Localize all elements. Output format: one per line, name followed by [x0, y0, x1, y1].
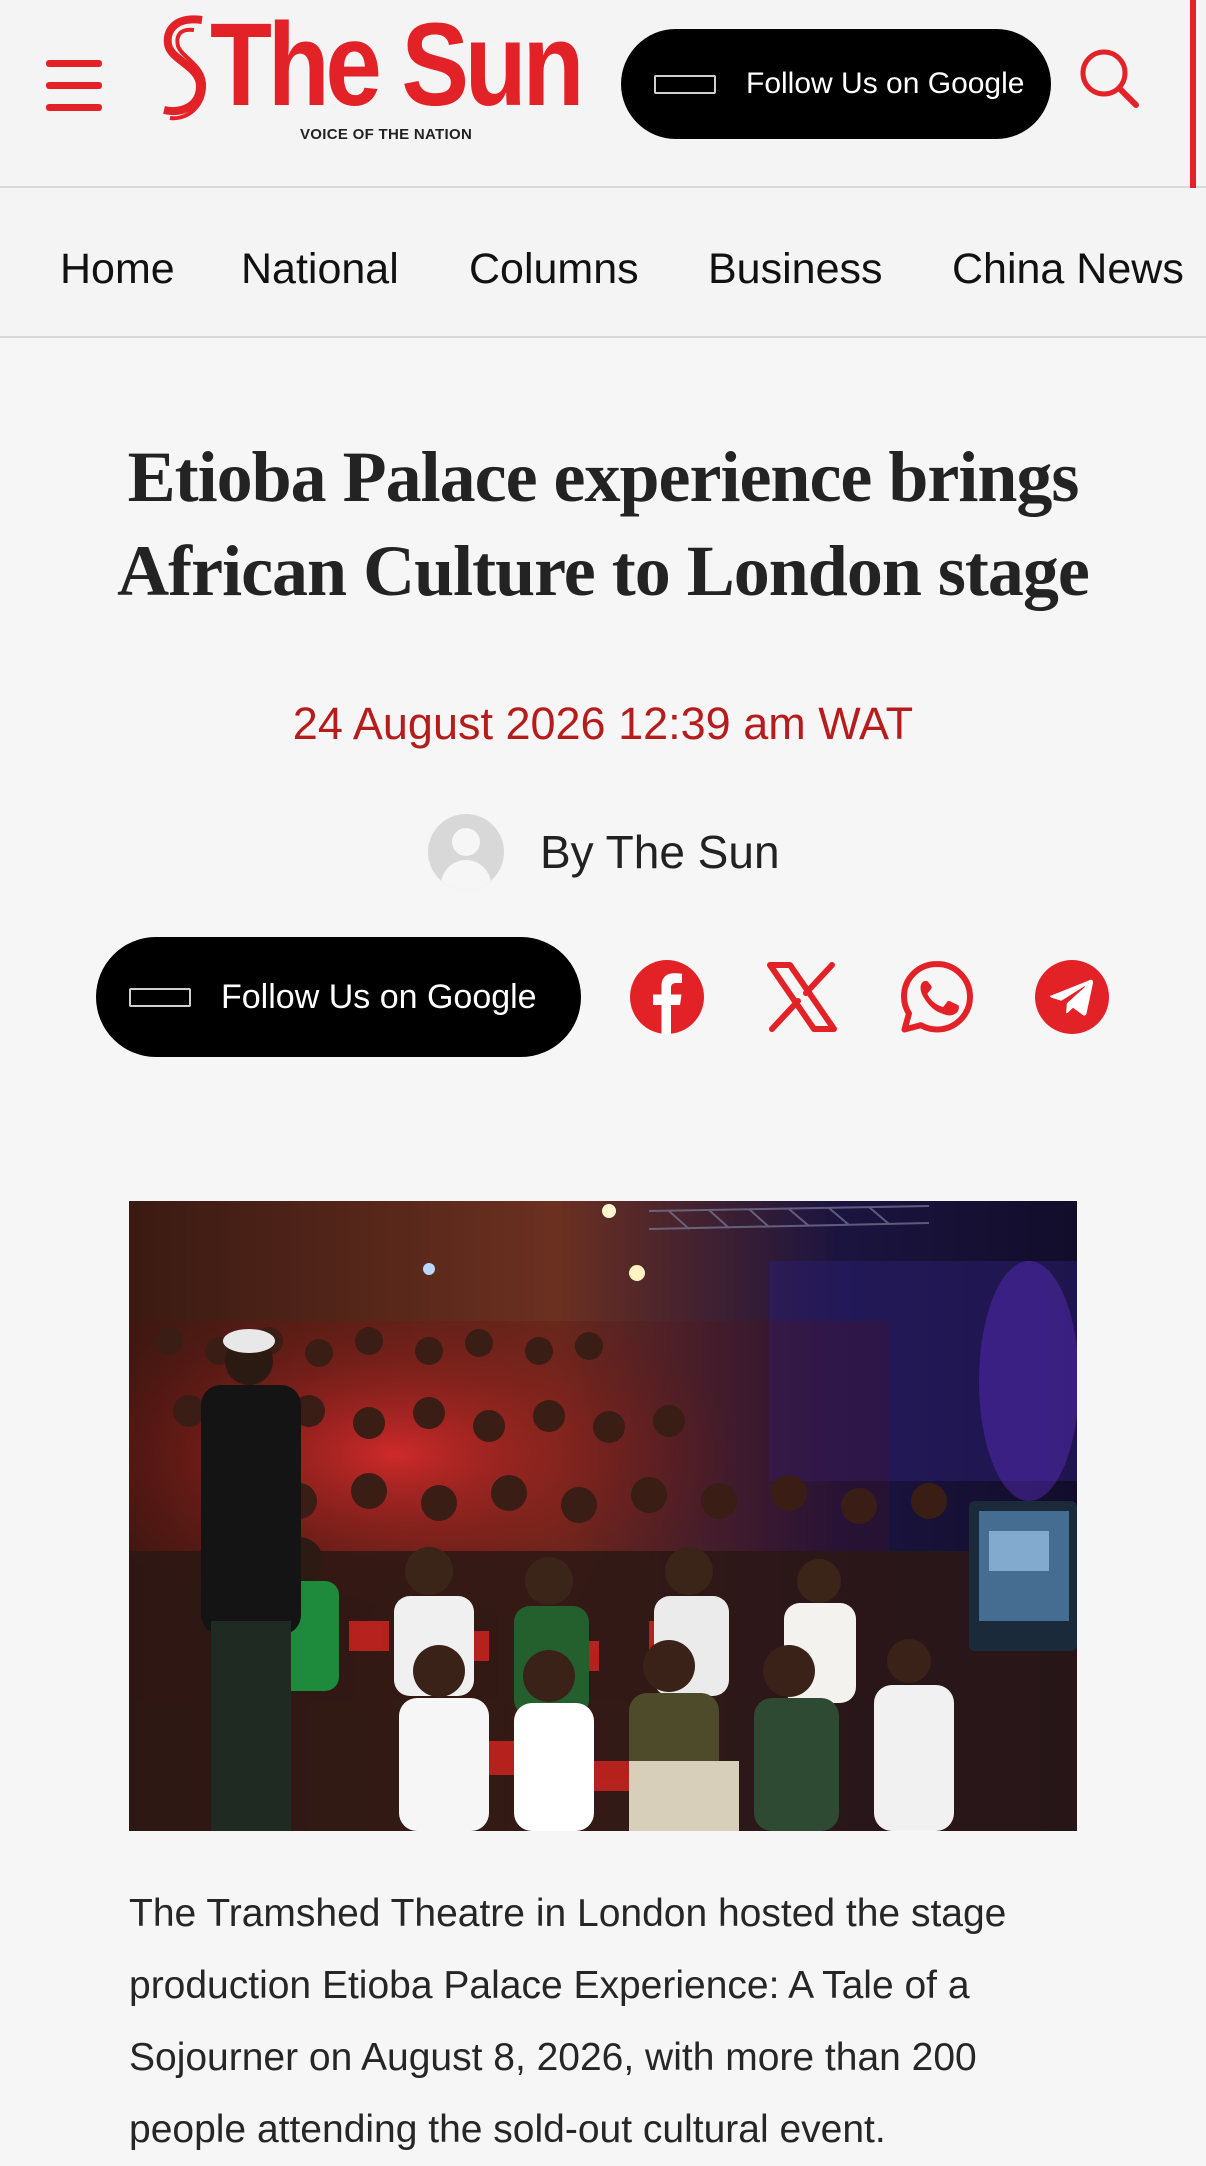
follow-google-button-article[interactable]: Follow Us on Google — [96, 937, 581, 1057]
article-body: The Tramshed Theatre in London hosted th… — [129, 1892, 1007, 2151]
follow-google-label: Follow Us on Google — [746, 67, 1025, 100]
site-header: The Sun VOICE OF THE NATION Follow Us on… — [0, 0, 1206, 188]
google-logo-icon — [129, 987, 191, 1007]
search-icon[interactable] — [1078, 47, 1142, 111]
logo-mark — [163, 15, 207, 121]
facebook-icon[interactable] — [629, 959, 705, 1035]
logo-tagline: VOICE OF THE NATION — [300, 126, 473, 143]
article-photo[interactable] — [129, 1201, 1077, 1831]
article-date: 24 August 2026 12:39 am WAT — [292, 698, 914, 749]
main-navigation: Home National Columns Business China New… — [0, 188, 1206, 338]
hamburger-menu-icon[interactable] — [46, 60, 104, 112]
telegram-icon[interactable] — [1034, 959, 1110, 1035]
nav-item-home[interactable]: Home — [60, 188, 175, 336]
nav-item-national[interactable]: National — [241, 188, 399, 336]
follow-google-button-header[interactable]: Follow Us on Google — [621, 29, 1051, 139]
article-title: Etioba Palace experience brings African … — [117, 437, 1090, 611]
logo-wordmark: The Sun — [210, 0, 584, 131]
google-logo-icon — [654, 74, 716, 94]
follow-google-label: Follow Us on Google — [221, 977, 537, 1016]
author-name[interactable]: By The Sun — [540, 825, 780, 879]
nav-item-columns[interactable]: Columns — [469, 188, 639, 336]
nav-item-china-news[interactable]: China News — [952, 188, 1184, 336]
nav-item-business[interactable]: Business — [708, 188, 882, 336]
x-icon[interactable] — [764, 959, 840, 1035]
article-byline: By The Sun — [428, 814, 780, 890]
site-logo[interactable]: The Sun VOICE OF THE NATION — [160, 6, 584, 146]
whatsapp-icon[interactable] — [899, 959, 975, 1035]
author-avatar[interactable] — [428, 814, 504, 890]
